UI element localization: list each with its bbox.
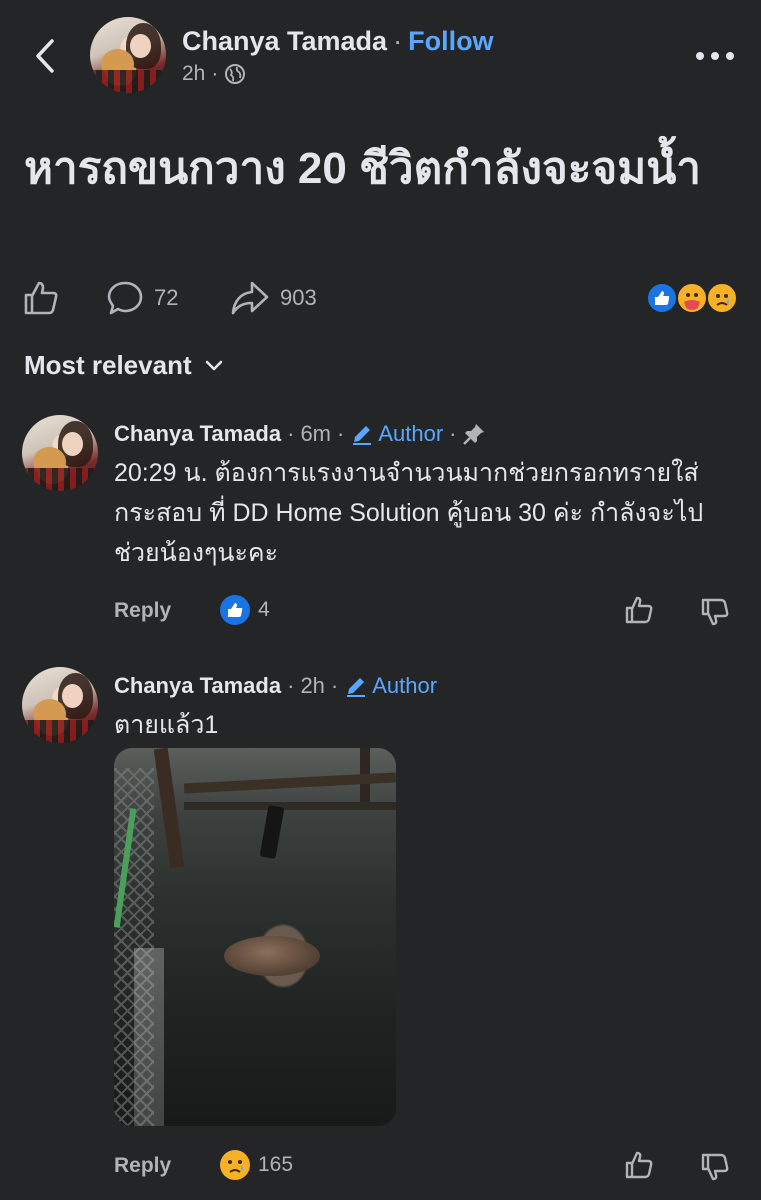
author-line: Chanya Tamada · Follow <box>182 26 494 57</box>
separator-dot: · <box>449 421 457 446</box>
author-badge: Author <box>350 421 443 447</box>
comment-reactions[interactable]: 4 <box>220 595 270 625</box>
author-name[interactable]: Chanya Tamada <box>182 26 387 56</box>
share-button[interactable]: 903 <box>230 279 317 317</box>
author-badge-label: Author <box>372 673 438 698</box>
author-badge: Author <box>344 673 437 699</box>
upvote-icon[interactable] <box>624 595 654 625</box>
commenter-avatar[interactable] <box>22 667 98 743</box>
separator-dot: · <box>287 421 295 446</box>
reaction-count: 4 <box>258 598 270 621</box>
pencil-icon <box>347 678 366 697</box>
author-badge-label: Author <box>378 421 444 446</box>
sort-label: Most relevant <box>24 350 192 380</box>
comment-timestamp: 6m <box>300 421 331 446</box>
separator-dot: · <box>337 421 345 446</box>
comment-button[interactable]: 72 <box>106 279 178 317</box>
reaction-count: 165 <box>258 1153 294 1176</box>
author-avatar[interactable] <box>90 17 166 93</box>
separator-dot: · <box>211 62 219 85</box>
separator-dot: · <box>330 673 339 698</box>
post-timestamp[interactable]: 2h <box>182 62 205 86</box>
back-button[interactable] <box>28 36 62 76</box>
sad-reaction-icon <box>706 282 738 314</box>
comment-meta: Chanya Tamada · 6m · Author · <box>114 421 486 447</box>
separator-dot: · <box>393 26 403 56</box>
reply-button[interactable]: Reply <box>114 1154 171 1178</box>
chevron-left-icon <box>36 39 54 73</box>
globe-icon <box>225 64 246 84</box>
comment-count: 72 <box>154 285 179 310</box>
follow-button[interactable]: Follow <box>408 26 493 56</box>
post-text: หารถขนกวาง 20 ชีวิตกำลังจะจมน้ำ <box>24 144 701 193</box>
comment-timestamp: 2h <box>300 673 325 698</box>
post-header: Chanya Tamada · Follow 2h · <box>0 0 761 110</box>
comment-text: ตายแล้ว1 <box>114 711 219 739</box>
comment-reactions[interactable]: 165 <box>220 1150 293 1180</box>
comment-text: 20:29 น. ต้องการแรงงานจำนวนมากช่วยกรอกทร… <box>114 459 704 567</box>
comment-icon <box>107 281 143 315</box>
like-button[interactable] <box>22 279 60 317</box>
comment-sort-dropdown[interactable]: Most relevant <box>24 350 224 381</box>
downvote-icon[interactable] <box>700 1152 730 1182</box>
pencil-icon <box>353 426 372 445</box>
post-action-bar: 72 903 <box>0 276 761 322</box>
like-reaction-icon <box>646 282 678 314</box>
like-reaction-icon <box>220 595 250 625</box>
share-count: 903 <box>280 285 317 310</box>
comment-meta: Chanya Tamada · 2h · Author <box>114 673 437 699</box>
thumbs-up-icon <box>24 281 58 315</box>
downvote-icon[interactable] <box>700 597 730 627</box>
sad-reaction-icon <box>220 1150 250 1180</box>
chevron-down-icon <box>205 360 222 370</box>
care-reaction-icon <box>676 282 708 314</box>
commenter-avatar[interactable] <box>22 415 98 491</box>
pin-icon <box>463 424 485 445</box>
reply-button[interactable]: Reply <box>114 599 171 623</box>
upvote-icon[interactable] <box>624 1150 654 1180</box>
reaction-summary[interactable] <box>646 282 741 316</box>
commenter-name[interactable]: Chanya Tamada <box>114 673 281 699</box>
separator-dot: · <box>287 673 295 698</box>
share-icon <box>231 281 269 315</box>
more-options-button[interactable] <box>696 50 734 62</box>
comment-photo[interactable] <box>114 748 396 1126</box>
post-meta: 2h · <box>182 62 246 86</box>
post-detail-page: Chanya Tamada · Follow 2h · หารถขนกวาง 20 … <box>0 0 761 1200</box>
commenter-name[interactable]: Chanya Tamada <box>114 421 281 447</box>
